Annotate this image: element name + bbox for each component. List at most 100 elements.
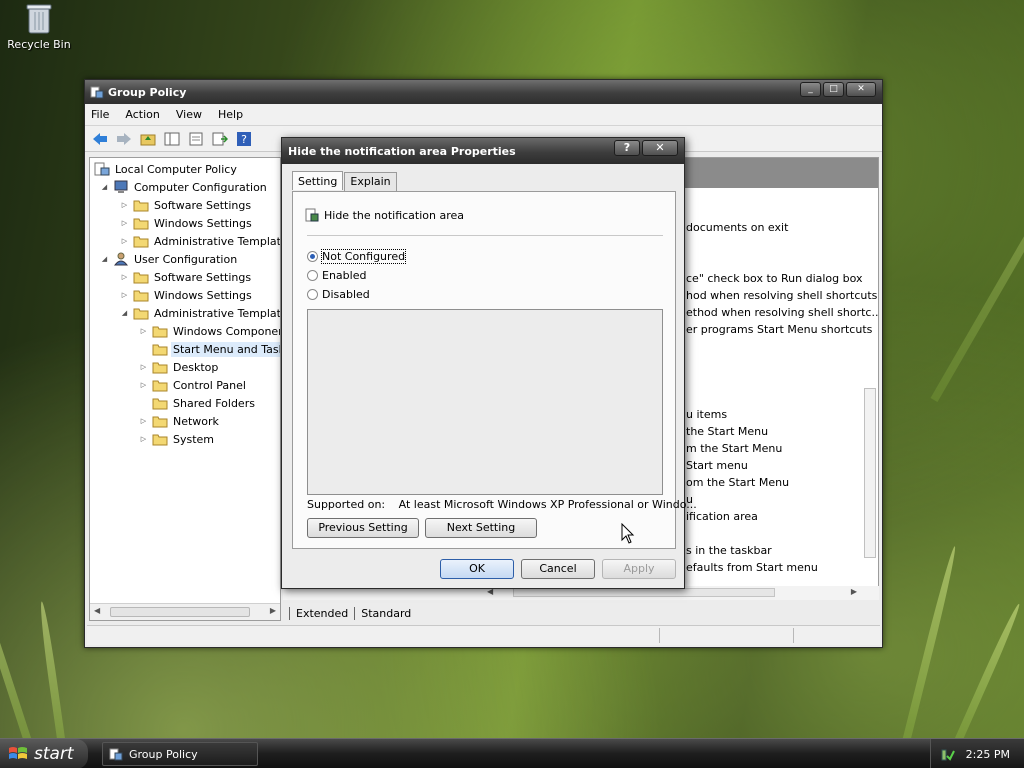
tree-item[interactable]: ◢ Administrative Templates: [120, 304, 280, 322]
setting-row[interactable]: m the Start Menu: [686, 442, 782, 455]
setting-row[interactable]: the Start Menu: [686, 425, 768, 438]
scroll-left-icon[interactable]: ◀: [94, 606, 100, 615]
folder-icon: [152, 362, 168, 374]
settings-vertical-scrollbar[interactable]: [864, 198, 876, 578]
export-list-button[interactable]: [211, 130, 229, 148]
tree-item[interactable]: ▷ Software Settings: [120, 196, 253, 214]
tree-item[interactable]: ▷ Administrative Templates: [120, 232, 280, 250]
expand-icon[interactable]: ▷: [139, 327, 148, 336]
radio-disabled[interactable]: Disabled: [307, 288, 370, 301]
expand-icon[interactable]: ▷: [120, 273, 129, 282]
tab-setting[interactable]: Setting: [292, 171, 344, 190]
folder-icon: [152, 344, 168, 356]
setting-row[interactable]: documents on exit: [686, 221, 788, 234]
folder-icon: [152, 326, 168, 338]
console-tree-icon: [164, 132, 180, 145]
setting-row[interactable]: hod when resolving shell shortcuts: [686, 289, 877, 302]
previous-setting-button[interactable]: Previous Setting: [307, 518, 419, 538]
up-folder-button[interactable]: [139, 130, 157, 148]
forward-button[interactable]: [115, 130, 133, 148]
scroll-thumb[interactable]: [110, 607, 250, 617]
folder-icon: [133, 218, 149, 230]
maximize-button[interactable]: □: [823, 82, 844, 97]
properties-dialog: Hide the notification area Properties ? …: [281, 137, 697, 589]
collapse-icon[interactable]: ◢: [100, 183, 109, 192]
tab-extended[interactable]: Extended: [289, 606, 354, 620]
recycle-bin-desktop-icon[interactable]: Recycle Bin: [6, 2, 72, 51]
tree-item[interactable]: Shared Folders: [139, 394, 257, 412]
scroll-thumb[interactable]: [864, 388, 876, 558]
expand-icon[interactable]: ▷: [139, 363, 148, 372]
menu-file[interactable]: File: [91, 108, 109, 121]
tree-label: Computer Configuration: [134, 180, 267, 194]
tree-item[interactable]: ▷ Control Panel: [139, 376, 248, 394]
tree-item-selected[interactable]: Start Menu and Taskbar: [139, 340, 280, 358]
tree-item[interactable]: ◢ Computer Configuration: [100, 178, 269, 196]
dialog-help-button[interactable]: ?: [614, 140, 640, 156]
collapse-icon[interactable]: ◢: [120, 309, 129, 318]
setting-row[interactable]: ce" check box to Run dialog box: [686, 272, 863, 285]
menu-help[interactable]: Help: [218, 108, 243, 121]
expand-icon[interactable]: ▷: [120, 237, 129, 246]
tree-item[interactable]: ▷ Windows Settings: [120, 286, 254, 304]
scroll-right-icon[interactable]: ▶: [851, 587, 857, 596]
expand-icon[interactable]: ▷: [120, 219, 129, 228]
expand-icon[interactable]: ▷: [139, 417, 148, 426]
menu-action[interactable]: Action: [125, 108, 159, 121]
tree-item[interactable]: Local Computer Policy: [94, 160, 239, 178]
tree-item[interactable]: ▷ Windows Settings: [120, 214, 254, 232]
setting-row[interactable]: om the Start Menu: [686, 476, 789, 489]
minimize-button[interactable]: _: [800, 82, 821, 97]
cancel-button[interactable]: Cancel: [521, 559, 595, 579]
group-policy-icon: [90, 86, 104, 99]
setting-row[interactable]: u items: [686, 408, 727, 421]
dialog-close-button[interactable]: ✕: [642, 140, 678, 156]
radio-label: Enabled: [322, 269, 367, 282]
menu-view[interactable]: View: [176, 108, 202, 121]
next-setting-button[interactable]: Next Setting: [425, 518, 537, 538]
radio-enabled[interactable]: Enabled: [307, 269, 366, 282]
radio-selected-icon[interactable]: [307, 251, 318, 262]
expand-icon[interactable]: ▷: [120, 291, 129, 300]
setting-row[interactable]: er programs Start Menu shortcuts: [686, 323, 872, 336]
radio-unselected-icon[interactable]: [307, 289, 318, 300]
properties-button[interactable]: [187, 130, 205, 148]
tree-item[interactable]: ▷ Software Settings: [120, 268, 253, 286]
scroll-thumb[interactable]: [513, 588, 775, 597]
tree-item[interactable]: ▷ Desktop: [139, 358, 220, 376]
start-button[interactable]: start: [0, 739, 88, 768]
radio-not-configured[interactable]: Not Configured: [307, 249, 407, 264]
tree-horizontal-scrollbar[interactable]: ◀ ▶: [90, 603, 280, 620]
close-button[interactable]: ✕: [846, 82, 876, 97]
network-tray-icon[interactable]: [941, 747, 955, 761]
ok-button[interactable]: OK: [440, 559, 514, 579]
expand-icon[interactable]: ▷: [120, 201, 129, 210]
back-button[interactable]: [91, 130, 109, 148]
apply-button[interactable]: Apply: [602, 559, 676, 579]
back-arrow-icon: [93, 132, 107, 145]
tab-standard[interactable]: Standard: [354, 606, 417, 620]
system-tray: 2:25 PM: [930, 739, 1024, 768]
tab-explain[interactable]: Explain: [344, 172, 397, 191]
expand-icon[interactable]: ▷: [139, 435, 148, 444]
setting-row[interactable]: efaults from Start menu: [686, 561, 818, 574]
radio-unselected-icon[interactable]: [307, 270, 318, 281]
collapse-icon[interactable]: ◢: [100, 255, 109, 264]
help-button[interactable]: ?: [235, 130, 253, 148]
setting-row[interactable]: ification area: [686, 510, 758, 523]
folder-icon: [133, 290, 149, 302]
taskbar-item-group-policy[interactable]: Group Policy: [102, 742, 258, 766]
tree-item[interactable]: ▷ System: [139, 430, 216, 448]
show-hide-tree-button[interactable]: [163, 130, 181, 148]
expand-icon[interactable]: ▷: [139, 381, 148, 390]
clock[interactable]: 2:25 PM: [966, 748, 1010, 761]
tree-label: Local Computer Policy: [115, 162, 237, 176]
setting-row[interactable]: ethod when resolving shell shortc...: [686, 306, 878, 319]
setting-row[interactable]: Start menu: [686, 459, 748, 472]
tree-item[interactable]: ▷ Windows Components: [139, 322, 280, 340]
scroll-right-icon[interactable]: ▶: [270, 606, 276, 615]
tree-item[interactable]: ◢ User Configuration: [100, 250, 239, 268]
window-titlebar[interactable]: Group Policy: [85, 80, 882, 104]
setting-row[interactable]: s in the taskbar: [686, 544, 772, 557]
tree-item[interactable]: ▷ Network: [139, 412, 221, 430]
